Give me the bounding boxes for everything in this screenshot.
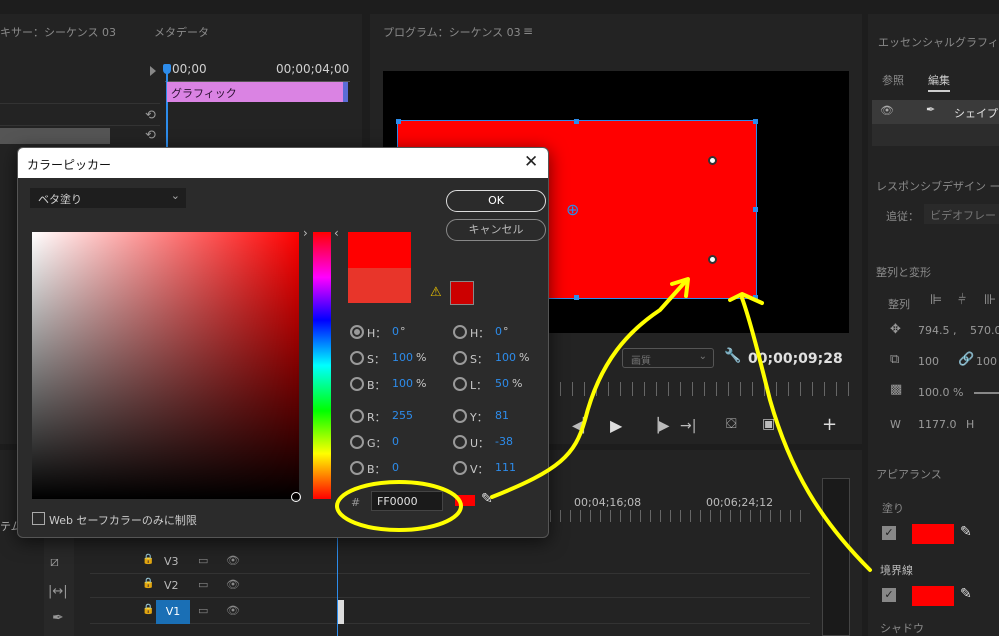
annotation-arrow-2 — [740, 296, 872, 572]
annotation-circle — [335, 480, 463, 532]
annotation-arrow-1 — [490, 280, 687, 499]
annotation-layer — [335, 277, 872, 572]
annotation-arrowhead-2 — [728, 292, 764, 305]
